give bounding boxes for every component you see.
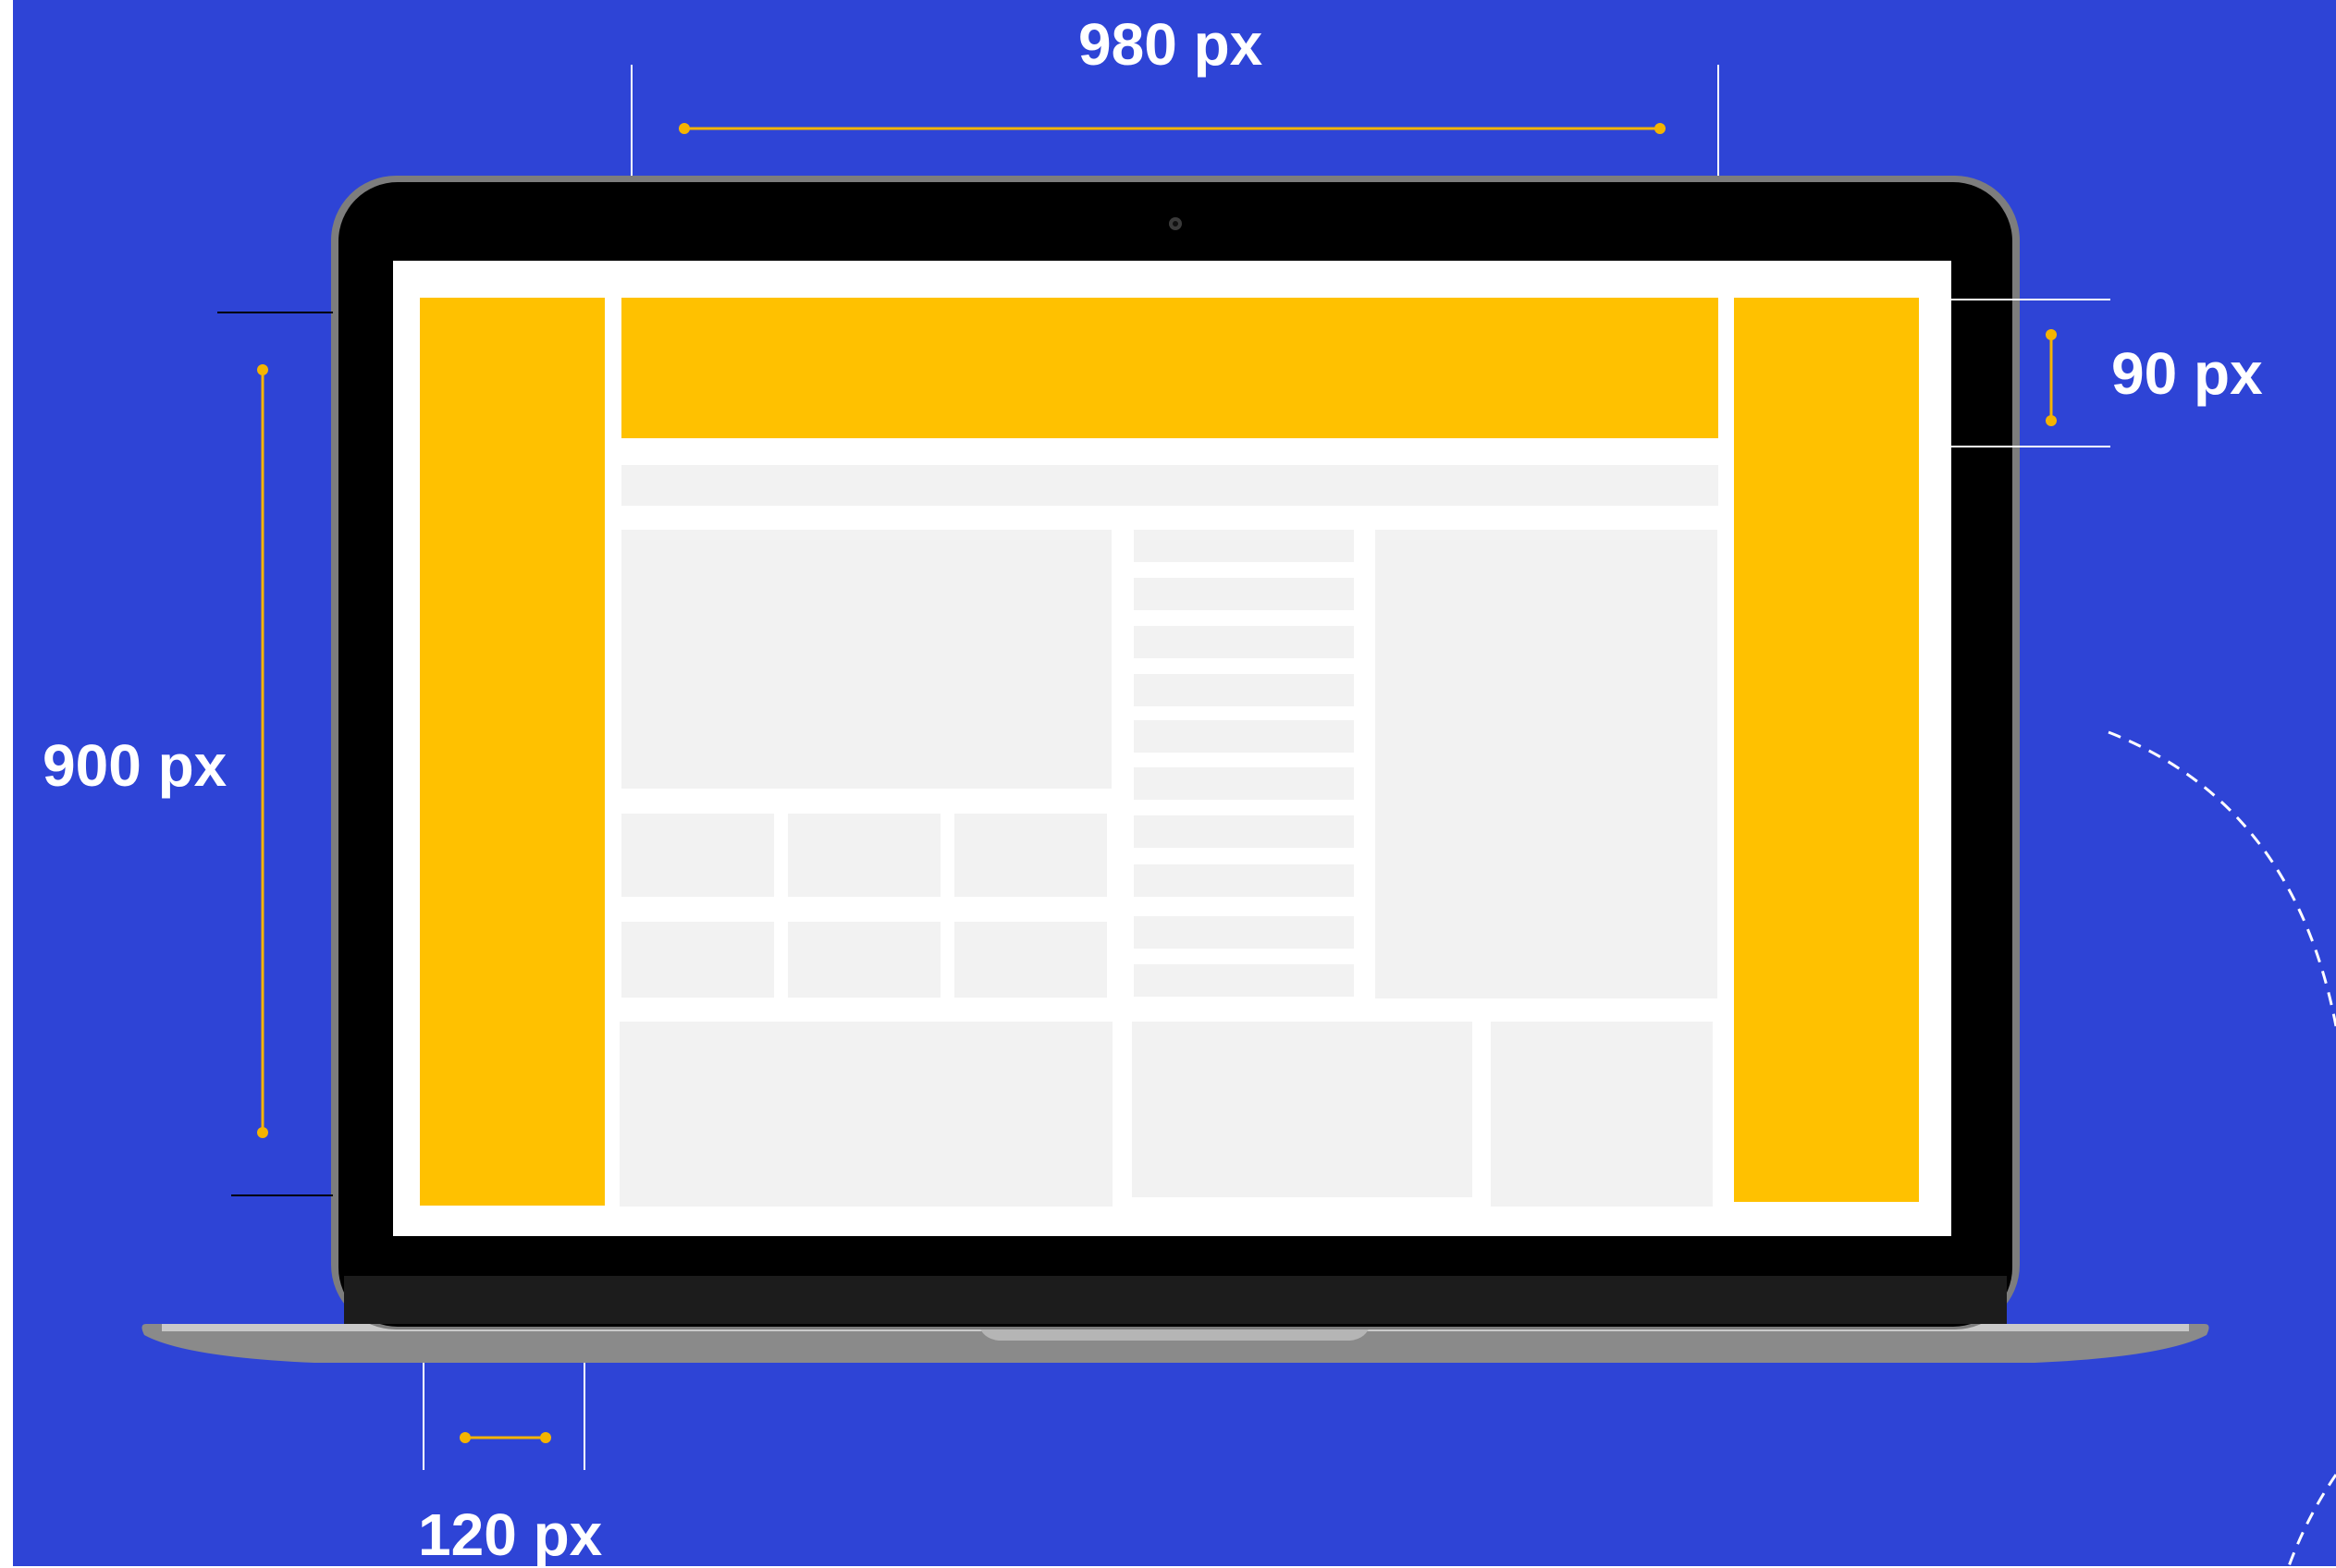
thumbnail-placeholder xyxy=(788,814,941,897)
dimension-endpoint xyxy=(2046,415,2057,426)
list-item-placeholder xyxy=(1134,916,1354,949)
dimension-endpoint xyxy=(540,1432,551,1443)
thumbnail-placeholder xyxy=(621,814,774,897)
illustration xyxy=(0,0,2336,1566)
list-item-placeholder xyxy=(1134,578,1354,610)
footer-block-placeholder xyxy=(1132,1022,1472,1197)
camera-lens xyxy=(1173,221,1178,227)
footer-block-placeholder xyxy=(620,1022,1113,1207)
hero-image-placeholder xyxy=(621,530,1112,789)
nav-bar-placeholder xyxy=(621,465,1718,506)
footer-block-placeholder xyxy=(1491,1022,1713,1207)
top-leaderboard-ad-slot xyxy=(621,298,1718,438)
list-item-placeholder xyxy=(1134,964,1354,997)
left-skyscraper-ad-slot xyxy=(420,298,605,1206)
list-item-placeholder xyxy=(1134,720,1354,753)
thumbnail-placeholder xyxy=(621,922,774,998)
list-item-placeholder xyxy=(1134,674,1354,706)
thumbnail-placeholder xyxy=(788,922,941,998)
dimension-endpoint xyxy=(460,1432,471,1443)
dimension-endpoint xyxy=(257,364,268,375)
left-edge-strip xyxy=(0,0,13,1566)
list-item-placeholder xyxy=(1134,864,1354,897)
list-item-placeholder xyxy=(1134,626,1354,658)
list-item-placeholder xyxy=(1134,815,1354,848)
left-height-label: 900 px xyxy=(43,732,227,799)
bottom-width-label: 120 px xyxy=(418,1501,603,1568)
right-height-label: 90 px xyxy=(2111,340,2263,407)
dimension-endpoint xyxy=(2046,329,2057,340)
dimension-endpoint xyxy=(679,123,690,134)
dimension-endpoint xyxy=(1654,123,1666,134)
top-width-label: 980 px xyxy=(1078,11,1263,78)
dimension-endpoint xyxy=(257,1127,268,1138)
thumbnail-placeholder xyxy=(954,814,1107,897)
right-skyscraper-ad-slot xyxy=(1734,298,1919,1202)
list-item-placeholder xyxy=(1134,530,1354,562)
laptop-chin xyxy=(344,1276,2007,1324)
sidebar-block-placeholder xyxy=(1375,530,1717,998)
list-item-placeholder xyxy=(1134,767,1354,800)
thumbnail-placeholder xyxy=(954,922,1107,998)
